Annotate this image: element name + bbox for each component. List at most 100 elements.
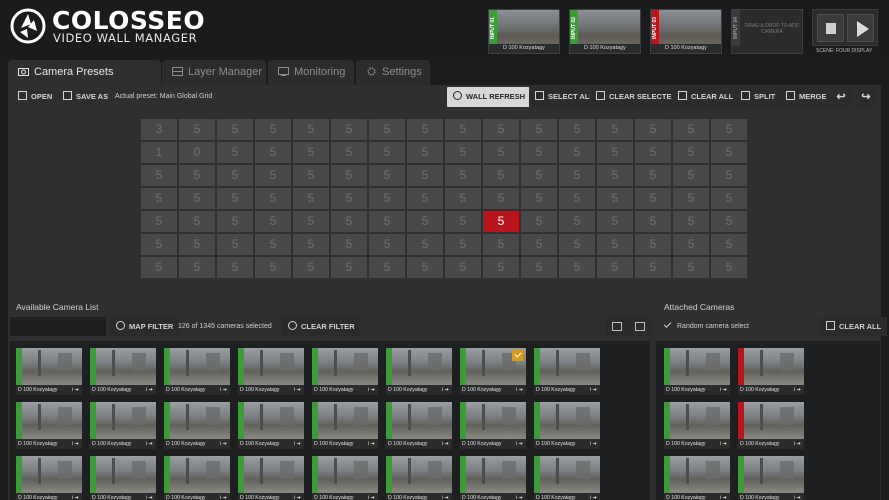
- wall-cell[interactable]: 5: [293, 188, 329, 209]
- wall-cell[interactable]: 5: [331, 119, 367, 140]
- wall-cell[interactable]: 5: [369, 119, 405, 140]
- wall-cell[interactable]: 5: [711, 257, 747, 278]
- wall-cell[interactable]: 5: [141, 165, 177, 186]
- wall-cell[interactable]: 5: [217, 234, 253, 255]
- wall-cell[interactable]: 5: [559, 119, 595, 140]
- wall-preview-4[interactable]: INPUT 04 DRAG & DROP TO ADD CAMERA: [731, 9, 803, 54]
- wall-cell[interactable]: 0: [179, 142, 215, 163]
- wall-cell[interactable]: 5: [673, 188, 709, 209]
- camera-thumbnail[interactable]: D 100 Kozyatagy i ➔: [16, 348, 82, 395]
- wall-cell[interactable]: 5: [635, 257, 671, 278]
- wall-cell[interactable]: 5: [293, 211, 329, 232]
- wall-cell[interactable]: 5: [179, 188, 215, 209]
- wall-cell[interactable]: 5: [141, 234, 177, 255]
- camera-thumbnail[interactable]: D 100 Kozyatagy i ➔: [312, 456, 378, 500]
- redo-button[interactable]: ↪: [855, 87, 877, 107]
- wall-cell[interactable]: 5: [673, 211, 709, 232]
- wall-cell[interactable]: 5: [559, 257, 595, 278]
- camera-thumbnail[interactable]: D 100 Kozyatagy i ➔: [738, 456, 804, 500]
- wall-cell[interactable]: 5: [407, 142, 443, 163]
- wall-cell[interactable]: 5: [407, 188, 443, 209]
- wall-cell[interactable]: 5: [673, 257, 709, 278]
- info-arrow-icon[interactable]: i ➔: [294, 493, 301, 500]
- info-arrow-icon[interactable]: i ➔: [146, 439, 153, 449]
- wall-cell[interactable]: 5: [559, 188, 595, 209]
- camera-thumbnail[interactable]: D 100 Kozyatagy i ➔: [738, 348, 804, 395]
- camera-thumbnail[interactable]: D 100 Kozyatagy i ➔: [460, 348, 526, 395]
- info-arrow-icon[interactable]: i ➔: [590, 385, 597, 395]
- wall-cell[interactable]: 5: [445, 234, 481, 255]
- wall-cell[interactable]: 5: [217, 142, 253, 163]
- camera-thumbnail[interactable]: D 100 Kozyatagy i ➔: [16, 402, 82, 449]
- wall-cell[interactable]: 5: [445, 165, 481, 186]
- selected-check-icon[interactable]: [512, 350, 523, 361]
- info-arrow-icon[interactable]: i ➔: [720, 493, 727, 500]
- merge-button[interactable]: MERGE: [780, 87, 833, 107]
- camera-thumbnail[interactable]: D 100 Kozyatagy i ➔: [534, 456, 600, 500]
- info-arrow-icon[interactable]: i ➔: [590, 439, 597, 449]
- list-view-button[interactable]: [606, 317, 628, 336]
- wall-cell[interactable]: 5: [445, 188, 481, 209]
- wall-cell[interactable]: 5: [179, 165, 215, 186]
- wall-cell[interactable]: 5: [711, 142, 747, 163]
- wall-cell[interactable]: 5: [597, 188, 633, 209]
- wall-cell[interactable]: 5: [483, 257, 519, 278]
- wall-cell[interactable]: 5: [711, 234, 747, 255]
- wall-cell[interactable]: 5: [673, 234, 709, 255]
- info-arrow-icon[interactable]: i ➔: [794, 385, 801, 395]
- wall-cell[interactable]: 5: [635, 211, 671, 232]
- wall-cell[interactable]: 5: [255, 188, 291, 209]
- tab-layer-manager[interactable]: Layer Manager: [162, 60, 266, 85]
- split-button[interactable]: SPLIT: [735, 87, 782, 107]
- wall-cell[interactable]: 5: [483, 142, 519, 163]
- wall-cell[interactable]: 5: [635, 165, 671, 186]
- wall-cell[interactable]: 5: [521, 211, 557, 232]
- info-arrow-icon[interactable]: i ➔: [516, 493, 523, 500]
- wall-cell[interactable]: 5: [331, 211, 367, 232]
- wall-cell[interactable]: 5: [141, 188, 177, 209]
- save-as-button[interactable]: SAVE AS: [57, 87, 114, 107]
- wall-cell[interactable]: 5: [521, 119, 557, 140]
- wall-cell[interactable]: 5: [483, 188, 519, 209]
- wall-cell[interactable]: 5: [293, 234, 329, 255]
- wall-cell[interactable]: 5: [407, 119, 443, 140]
- wall-cell[interactable]: 5: [255, 165, 291, 186]
- info-arrow-icon[interactable]: i ➔: [146, 385, 153, 395]
- wall-cell[interactable]: 5: [407, 165, 443, 186]
- wall-cell[interactable]: 5: [673, 165, 709, 186]
- wall-cell[interactable]: 5: [711, 165, 747, 186]
- wall-cell[interactable]: 5: [141, 257, 177, 278]
- info-arrow-icon[interactable]: i ➔: [590, 493, 597, 500]
- camera-thumbnail[interactable]: D 100 Kozyatagy i ➔: [534, 348, 600, 395]
- camera-search-input[interactable]: [10, 317, 106, 336]
- wall-cell[interactable]: 5: [483, 165, 519, 186]
- info-arrow-icon[interactable]: i ➔: [294, 439, 301, 449]
- info-arrow-icon[interactable]: i ➔: [368, 493, 375, 500]
- wall-cell[interactable]: 5: [179, 257, 215, 278]
- tab-settings[interactable]: Settings: [356, 60, 430, 85]
- camera-thumbnail[interactable]: D 100 Kozyatagy i ➔: [534, 402, 600, 449]
- info-arrow-icon[interactable]: i ➔: [72, 493, 79, 500]
- wall-cell[interactable]: 5: [217, 119, 253, 140]
- wall-preview-2[interactable]: INPUT 02 D 100 Kozyatagy: [569, 9, 641, 54]
- wall-cell[interactable]: 5: [635, 188, 671, 209]
- camera-thumbnail[interactable]: D 100 Kozyatagy i ➔: [90, 348, 156, 395]
- clear-all-wall-button[interactable]: CLEAR ALL: [672, 87, 740, 107]
- clear-selected-button[interactable]: CLEAR SELECTED: [590, 87, 683, 107]
- wall-cell[interactable]: 5: [255, 211, 291, 232]
- wall-cell[interactable]: 5: [673, 142, 709, 163]
- wall-cell[interactable]: 5: [407, 211, 443, 232]
- wall-cell[interactable]: 5: [597, 165, 633, 186]
- info-arrow-icon[interactable]: i ➔: [720, 439, 727, 449]
- wall-cell[interactable]: 5: [217, 211, 253, 232]
- camera-thumbnail[interactable]: D 100 Kozyatagy i ➔: [312, 348, 378, 395]
- wall-cell[interactable]: 5: [711, 211, 747, 232]
- wall-cell[interactable]: 3: [141, 119, 177, 140]
- camera-thumbnail[interactable]: D 100 Kozyatagy i ➔: [16, 456, 82, 500]
- info-arrow-icon[interactable]: i ➔: [368, 385, 375, 395]
- wall-cell[interactable]: 5: [369, 211, 405, 232]
- wall-cell[interactable]: 5: [597, 234, 633, 255]
- wall-cell[interactable]: 5: [711, 119, 747, 140]
- camera-thumbnail[interactable]: D 100 Kozyatagy i ➔: [238, 348, 304, 395]
- wall-cell[interactable]: 5: [445, 119, 481, 140]
